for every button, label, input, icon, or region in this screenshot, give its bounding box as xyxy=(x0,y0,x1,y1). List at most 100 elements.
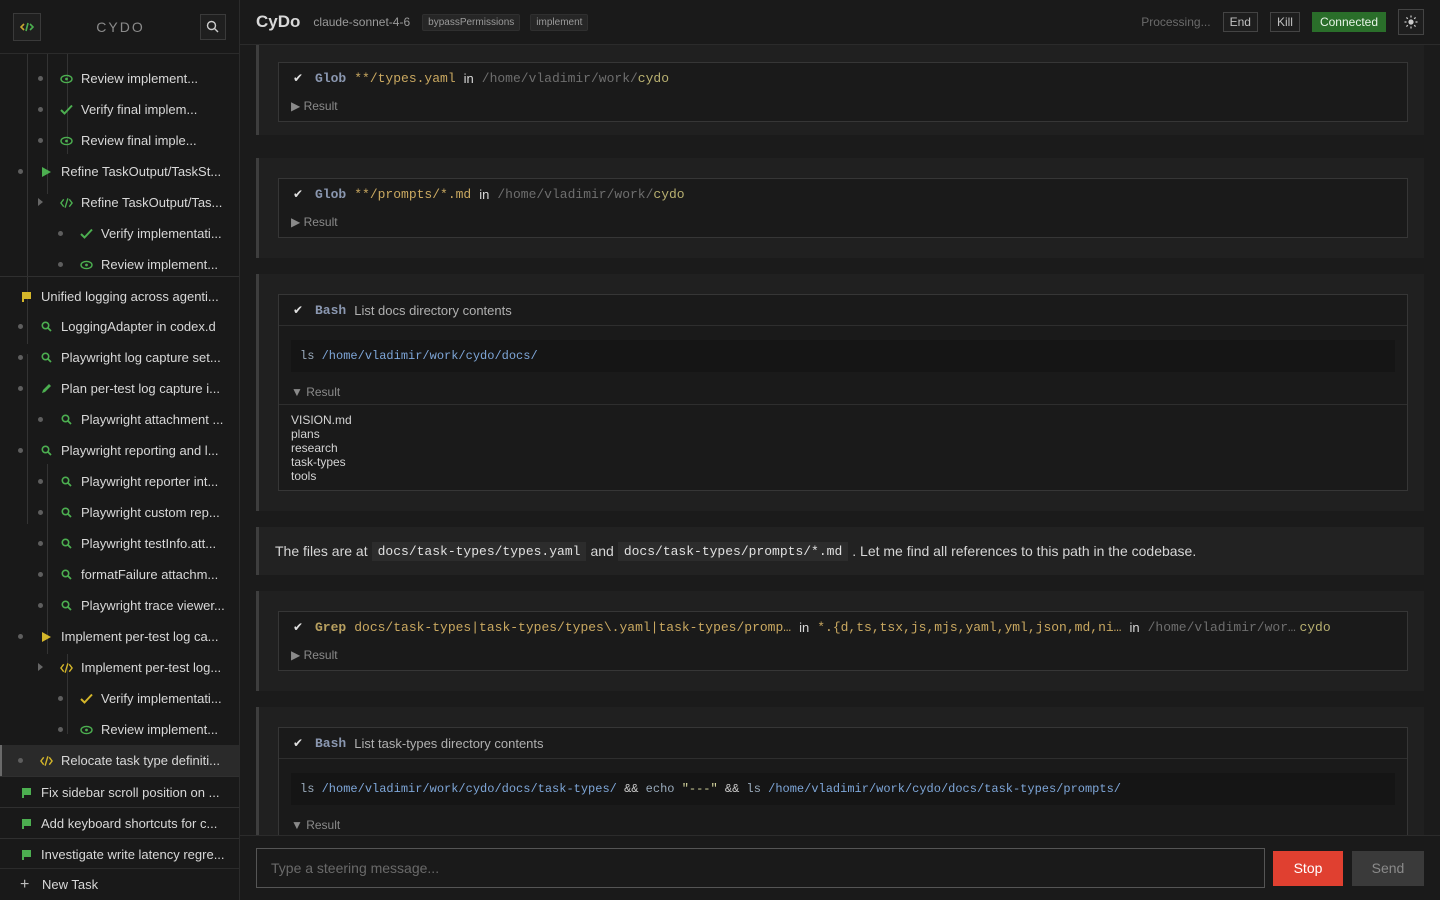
sidebar-item-8[interactable]: Unified logging across agenti... xyxy=(0,281,239,312)
result-toggle[interactable]: ▼ Result xyxy=(279,380,1407,404)
in-label: in xyxy=(799,619,810,635)
kill-button[interactable]: Kill xyxy=(1269,12,1300,32)
result-toggle[interactable]: ▶ Result xyxy=(279,643,1407,667)
message-text: and xyxy=(590,543,614,559)
sidebar-item-14[interactable]: Playwright reporter int... xyxy=(0,466,239,497)
sidebar-item-1[interactable]: Review implement... xyxy=(0,63,239,94)
sidebar-item-16[interactable]: Playwright testInfo.att... xyxy=(0,528,239,559)
output-line: research xyxy=(291,441,338,455)
sidebar-item-12[interactable]: Playwright attachment ... xyxy=(0,404,239,435)
sidebar-item-24[interactable]: Fix sidebar scroll position on ... xyxy=(0,777,239,808)
sidebar-item-6[interactable]: Verify implementati... xyxy=(0,218,239,249)
sidebar-item-7[interactable]: Review implement... xyxy=(0,249,239,280)
command: ls xyxy=(300,782,315,796)
check-icon xyxy=(80,227,93,240)
result-toggle[interactable]: ▶ Result xyxy=(279,210,1407,234)
assistant-message: The files are at docs/task-types/types.y… xyxy=(256,527,1424,575)
sidebar-item-label: Refine TaskOutput/TaskSt... xyxy=(61,164,222,179)
path-prefix: /home/vladimir/work/ xyxy=(481,70,638,86)
tool-description: List task-types directory contents xyxy=(354,735,544,751)
expand-triangle-icon xyxy=(38,663,43,671)
sidebar-item-20[interactable]: Implement per-test log... xyxy=(0,652,239,683)
result-toggle[interactable]: ▼ Result xyxy=(279,813,1407,835)
sidebar-item-23[interactable]: Relocate task type definiti... xyxy=(0,745,239,776)
tree-node-dot xyxy=(18,386,23,391)
sidebar-item-15[interactable]: Playwright custom rep... xyxy=(0,497,239,528)
tool-header[interactable]: ✔ Bash List task-types directory content… xyxy=(279,728,1407,759)
sidebar-item-label: Verify implementati... xyxy=(101,691,222,706)
new-task-button[interactable]: + New Task xyxy=(0,868,239,900)
check-icon: ✔ xyxy=(293,71,304,85)
sidebar-item-label: Review implement... xyxy=(81,71,199,86)
tool-header[interactable]: ✔ Glob **/types.yaml in /home/vladimir/w… xyxy=(279,63,1407,94)
sidebar-item-10[interactable]: Playwright log capture set... xyxy=(0,342,239,373)
path-prefix: /home/vladimir/work/ xyxy=(497,186,654,202)
eye-icon xyxy=(80,723,93,736)
sidebar-item-5[interactable]: Refine TaskOutput/Tas... xyxy=(0,187,239,218)
plus-icon: + xyxy=(20,875,30,893)
command-output: VISION.md plans research task-types tool… xyxy=(279,404,1407,491)
check-icon xyxy=(60,103,73,116)
message-text: The files are at xyxy=(275,543,368,559)
sidebar-item-label: Fix sidebar scroll position on ... xyxy=(41,785,220,800)
check-icon: ✔ xyxy=(293,187,304,201)
sidebar-item-21[interactable]: Verify implementati... xyxy=(0,683,239,714)
sidebar-item-26[interactable]: Investigate write latency regre... xyxy=(0,839,239,868)
search-button[interactable] xyxy=(199,13,226,40)
tree-node-dot xyxy=(18,758,23,763)
sidebar-item-label: Playwright trace viewer... xyxy=(81,598,225,613)
stop-button[interactable]: Stop xyxy=(1273,850,1343,886)
eye-icon xyxy=(60,134,73,147)
tool-name: Bash xyxy=(315,302,347,318)
tree-node-dot xyxy=(38,479,43,484)
logo-button[interactable] xyxy=(13,12,41,41)
search-icon xyxy=(60,537,73,550)
end-button[interactable]: End xyxy=(1222,12,1258,32)
composer: Stop Send xyxy=(240,835,1440,900)
sidebar-item-9[interactable]: LoggingAdapter in codex.d xyxy=(0,311,239,342)
tool-header[interactable]: ✔ Grep docs/task-types|task-types/types\… xyxy=(279,612,1407,643)
send-button[interactable]: Send xyxy=(1352,850,1424,886)
theme-toggle-button[interactable] xyxy=(1398,9,1424,35)
code-icon xyxy=(60,196,73,209)
tool-name: Glob xyxy=(315,186,347,202)
search-icon xyxy=(60,599,73,612)
tool-description: List docs directory contents xyxy=(354,302,512,318)
sidebar-item-2[interactable]: Verify final implem... xyxy=(0,94,239,125)
sidebar-item-label: Review implement... xyxy=(101,722,219,737)
glob-pattern: **/types.yaml xyxy=(354,70,456,86)
flag-icon xyxy=(20,290,33,303)
tree-node-dot xyxy=(38,417,43,422)
sidebar-item-22[interactable]: Review implement... xyxy=(0,714,239,745)
steering-input[interactable] xyxy=(256,848,1265,888)
in-label: in xyxy=(479,186,490,202)
tool-name: Grep xyxy=(315,619,347,635)
inline-code: docs/task-types/types.yaml xyxy=(371,541,587,561)
tool-header[interactable]: ✔ Bash List docs directory contents xyxy=(279,295,1407,326)
expand-triangle-icon xyxy=(38,198,43,206)
sidebar-item-3[interactable]: Review final imple... xyxy=(0,125,239,156)
sidebar-item-label: Review final imple... xyxy=(81,133,197,148)
tree-node-dot xyxy=(18,324,23,329)
code-icon xyxy=(60,661,73,674)
sidebar-item-13[interactable]: Playwright reporting and l... xyxy=(0,435,239,466)
result-toggle[interactable]: ▶ Result xyxy=(279,94,1407,118)
search-icon xyxy=(60,475,73,488)
search-icon xyxy=(40,444,53,457)
sidebar-item-11[interactable]: Plan per-test log capture i... xyxy=(0,373,239,404)
check-icon: ✔ xyxy=(293,736,304,750)
command-box: ls /home/vladimir/work/cydo/docs/ xyxy=(291,340,1395,372)
sidebar-item-label: Verify final implem... xyxy=(81,102,198,117)
tool-message: ✔ Bash List task-types directory content… xyxy=(256,707,1424,835)
sidebar-item-17[interactable]: formatFailure attachm... xyxy=(0,559,239,590)
command-operator: && xyxy=(724,782,740,796)
path-last: cydo xyxy=(637,70,670,86)
topbar: CyDo claude-sonnet-4-6 bypassPermissions… xyxy=(240,0,1440,45)
sidebar-item-18[interactable]: Playwright trace viewer... xyxy=(0,590,239,621)
tool-name: Glob xyxy=(315,70,347,86)
sidebar-item-19[interactable]: Implement per-test log ca... xyxy=(0,621,239,652)
sidebar-item-25[interactable]: Add keyboard shortcuts for c... xyxy=(0,808,239,839)
tool-header[interactable]: ✔ Glob **/prompts/*.md in /home/vladimir… xyxy=(279,179,1407,210)
sidebar-item-4[interactable]: Refine TaskOutput/TaskSt... xyxy=(0,156,239,187)
grep-glob: *.{d,ts,tsx,js,mjs,yaml,yml,json,md,ni… xyxy=(817,619,1122,635)
